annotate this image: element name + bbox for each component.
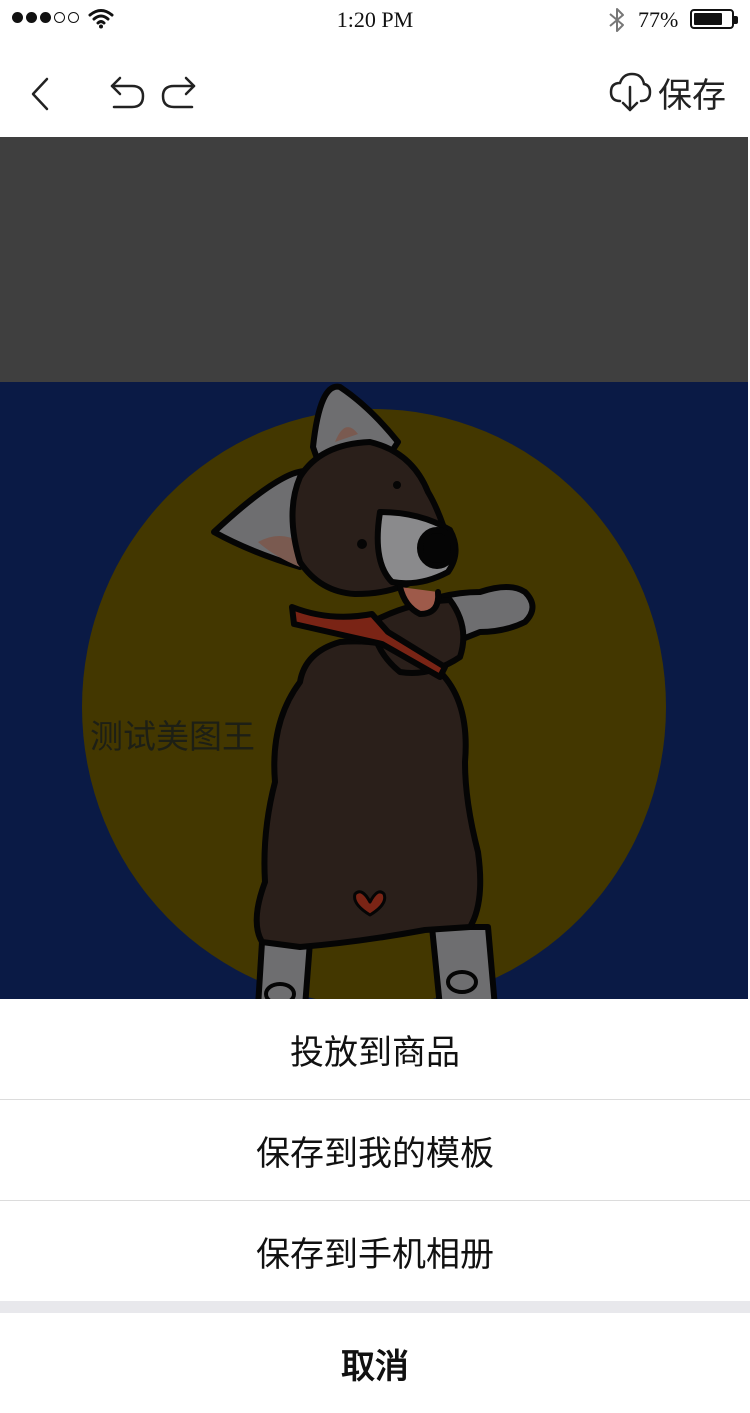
save-to-photo-album-option[interactable]: 保存到手机相册 xyxy=(0,1201,750,1301)
poster-image[interactable]: 测试美图王 xyxy=(0,382,748,999)
save-button[interactable]: 保存 xyxy=(608,70,726,116)
bluetooth-icon xyxy=(609,8,624,32)
editor-toolbar: 保存 xyxy=(0,40,750,137)
battery-level xyxy=(694,13,722,25)
undo-icon[interactable] xyxy=(108,76,146,110)
save-label: 保存 xyxy=(658,75,726,116)
publish-to-product-option[interactable]: 投放到商品 xyxy=(0,999,750,1099)
poster-artwork xyxy=(82,383,666,999)
save-to-my-templates-option[interactable]: 保存到我的模板 xyxy=(0,1100,750,1200)
overlay-text-layer[interactable]: 测试美图王 xyxy=(90,710,255,758)
redo-icon[interactable] xyxy=(160,76,198,110)
battery-icon xyxy=(690,9,738,29)
editor-canvas[interactable]: 测试美图王 xyxy=(0,137,748,999)
status-bar: 1:20 PM 77% xyxy=(0,0,750,40)
battery-percent: 77% xyxy=(638,7,679,32)
back-chevron-icon[interactable] xyxy=(28,76,52,112)
action-sheet: 投放到商品 保存到我的模板 保存到手机相册 取消 xyxy=(0,999,750,1413)
cloud-download-icon xyxy=(609,72,652,112)
cancel-button[interactable]: 取消 xyxy=(0,1313,750,1413)
